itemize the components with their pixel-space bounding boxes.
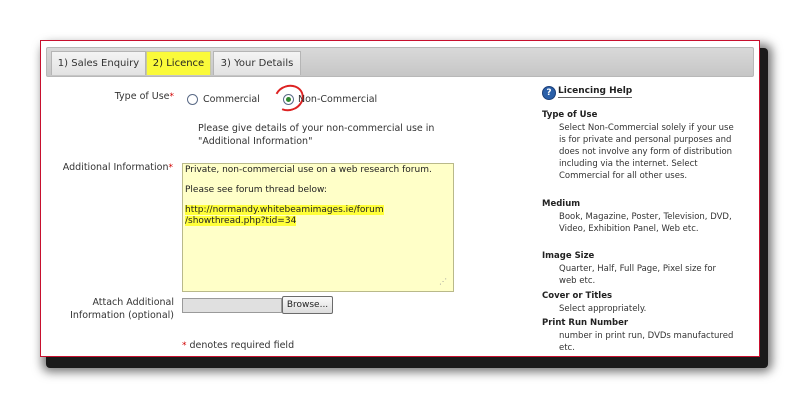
attach-label-line-1: Attach Additional (92, 297, 174, 308)
required-asterisk: * (169, 92, 175, 102)
forum-link-part-2: /showthread.php?tid=34 (185, 216, 297, 226)
help-heading-medium: Medium (542, 199, 581, 209)
help-heading-cover: Cover or Titles (542, 291, 613, 301)
type-of-use-label: Type of Use* (81, 90, 174, 104)
help-text-medium: Book, Magazine, Poster, Television, DVD,… (559, 212, 732, 234)
help-heading-type-of-use: Type of Use (542, 110, 598, 120)
tab-licence[interactable]: 2) Licence (146, 51, 211, 75)
required-asterisk: * (168, 163, 174, 173)
tab-sales-enquiry[interactable]: 1) Sales Enquiry (51, 51, 146, 75)
resize-grip-icon[interactable]: ⋰ (439, 277, 447, 286)
file-path-input[interactable] (182, 298, 282, 313)
help-text-cover: Select appropriately. (559, 304, 647, 314)
attach-label-line-2: Information (optional) (70, 310, 174, 321)
tab-bar: 1) Sales Enquiry 2) Licence 3) Your Deta… (46, 47, 754, 77)
help-text-type-of-use: Select Non-Commercial solely if your use… (559, 123, 734, 181)
additional-info-text: Additional Information (62, 162, 169, 173)
non-commercial-label[interactable]: Non-Commercial (298, 93, 377, 106)
licence-form-panel: 1) Sales Enquiry 2) Licence 3) Your Deta… (40, 40, 760, 357)
help-title: Licencing Help (558, 86, 633, 98)
required-asterisk: * (182, 341, 187, 351)
instruction-text: Please give details of your non-commerci… (198, 123, 435, 147)
help-heading-image-size: Image Size (542, 251, 595, 261)
type-of-use-text: Type of Use (114, 91, 170, 102)
required-note: * denotes required field (182, 339, 294, 353)
info-line-2: Please see forum thread below: (185, 185, 327, 195)
tab-your-details[interactable]: 3) Your Details (213, 51, 301, 75)
help-text-image-size: Quarter, Half, Full Page, Pixel size for… (559, 264, 717, 286)
help-text-print-run: number in print run, DVDs manufactured e… (559, 331, 734, 353)
question-icon: ? (542, 86, 556, 100)
attach-label: Attach Additional Information (optional) (51, 296, 174, 322)
forum-link-part-1: http://normandy.whitebeamimages.ie/forum (185, 205, 384, 215)
required-note-text: denotes required field (189, 340, 295, 351)
commercial-label[interactable]: Commercial (203, 93, 260, 106)
browse-button[interactable]: Browse... (282, 296, 333, 314)
additional-info-content: Private, non-commercial use on a web res… (185, 165, 447, 227)
help-heading-print-run: Print Run Number (542, 318, 629, 328)
info-line-1: Private, non-commercial use on a web res… (185, 165, 432, 175)
commercial-radio[interactable] (187, 94, 198, 105)
additional-info-label: Additional Information* (51, 161, 173, 175)
